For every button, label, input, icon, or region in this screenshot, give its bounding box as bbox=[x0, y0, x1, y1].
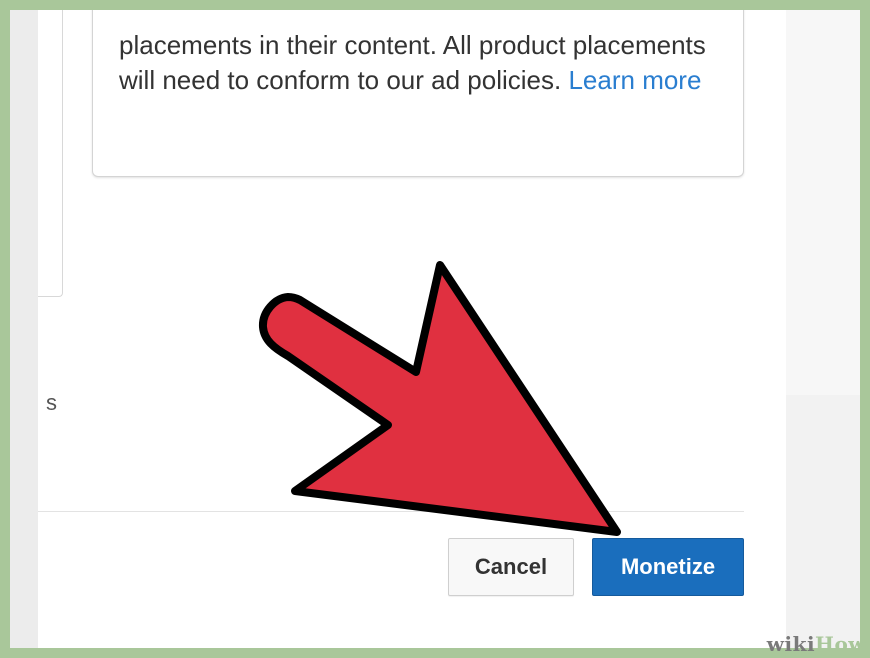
footer-divider bbox=[38, 511, 744, 512]
outer-panel bbox=[38, 10, 63, 297]
learn-more-link[interactable]: Learn more bbox=[568, 65, 701, 95]
monetize-button[interactable]: Monetize bbox=[592, 538, 744, 596]
screen: placements in their content. All product… bbox=[10, 10, 860, 648]
cancel-button[interactable]: Cancel bbox=[448, 538, 574, 596]
policy-info-box: placements in their content. All product… bbox=[92, 10, 744, 177]
background-page bbox=[786, 10, 860, 648]
policy-info-text: placements in their content. All product… bbox=[119, 28, 719, 98]
wikihow-watermark: wikiHow bbox=[766, 632, 866, 656]
partial-label: s bbox=[46, 390, 57, 415]
